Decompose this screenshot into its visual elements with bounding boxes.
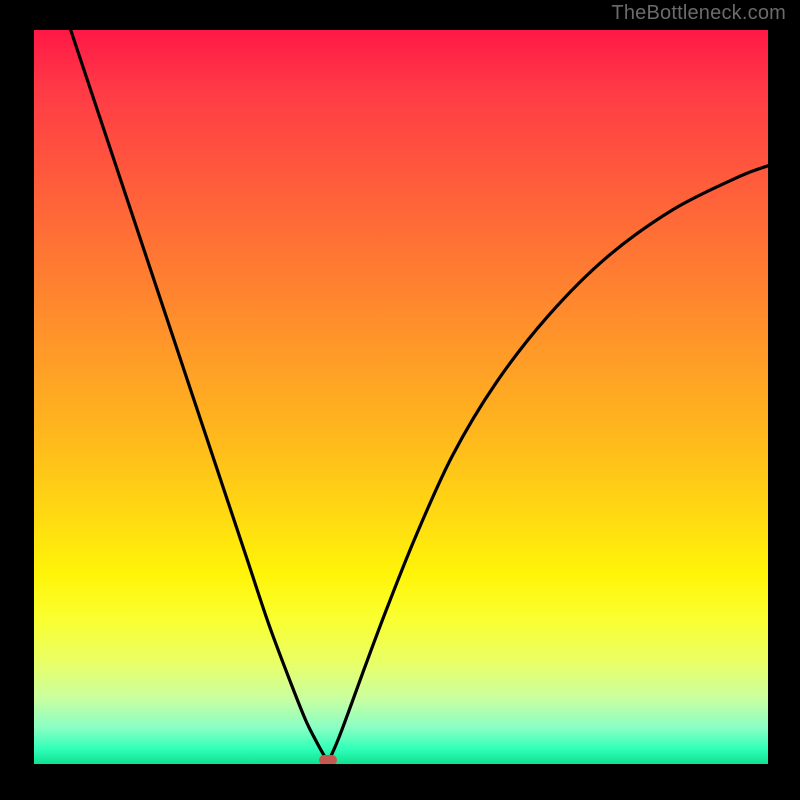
- optimal-point-marker: [319, 755, 337, 764]
- bottleneck-curve: [34, 30, 768, 764]
- plot-area: [34, 30, 768, 764]
- watermark-text: TheBottleneck.com: [611, 2, 786, 25]
